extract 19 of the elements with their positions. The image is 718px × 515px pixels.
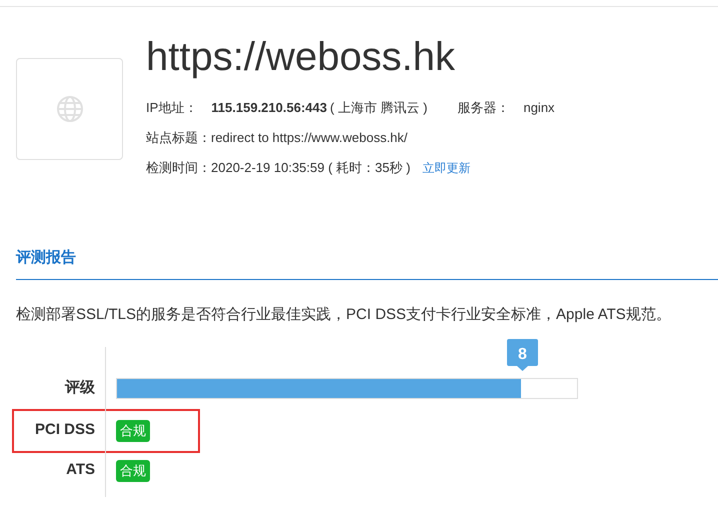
site-title: redirect to https://www.weboss.hk/ — [211, 129, 408, 148]
ip-address: 115.159.210.56:443 — [211, 99, 327, 118]
section-heading: 评测报告 — [16, 248, 77, 268]
server-label: 服务器： — [457, 99, 510, 118]
compliance-badge: 合规 — [116, 460, 150, 482]
check-time: 2020-2-19 10:35:59 ( 耗时：35秒 ) — [211, 159, 410, 178]
row-label: PCI DSS — [34, 420, 95, 440]
ip-label: IP地址： — [146, 99, 198, 118]
time-label: 检测时间： — [146, 159, 211, 178]
title-label: 站点标题： — [146, 129, 211, 148]
site-url: https://weboss.hk — [146, 34, 456, 81]
row-label: ATS — [66, 460, 95, 480]
report-description: 检测部署SSL/TLS的服务是否符合行业最佳实践，PCI DSS支付卡行业安全标准，Apple ATS规范。 — [16, 305, 672, 325]
ip-location: ( 上海市 腾讯云 ) — [330, 99, 428, 118]
server-value: nginx — [523, 99, 555, 118]
row-label: 评级 — [65, 378, 95, 398]
compliance-badge: 合规 — [116, 420, 150, 442]
refresh-link[interactable]: 立即更新 — [422, 159, 470, 177]
globe-icon — [56, 95, 84, 123]
